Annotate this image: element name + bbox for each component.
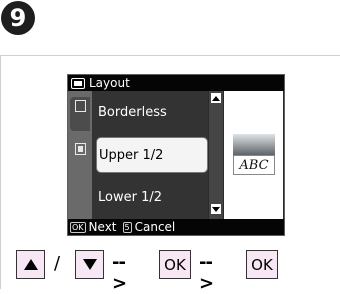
printer-lcd-screen: Layout Borderless Upper 1/2 Lower 1/2 AB… bbox=[67, 74, 285, 236]
screen-title: Layout bbox=[89, 76, 130, 90]
ok-button[interactable]: OK bbox=[159, 250, 191, 279]
preview-photo-image bbox=[233, 134, 275, 155]
separator-slash: / bbox=[54, 253, 61, 274]
layout-preview: ABC bbox=[224, 91, 283, 219]
screen-title-bar: Layout bbox=[68, 75, 284, 91]
back-key-icon: 5 bbox=[122, 221, 132, 233]
down-button[interactable] bbox=[75, 250, 104, 279]
mode-tab-column bbox=[68, 91, 92, 219]
up-button[interactable] bbox=[16, 250, 45, 279]
option-upper-half[interactable]: Upper 1/2 bbox=[96, 137, 208, 173]
option-label: Lower 1/2 bbox=[98, 189, 162, 205]
flow-arrow: --> bbox=[199, 252, 214, 294]
layout-tab-icon bbox=[75, 100, 86, 112]
flow-arrow: --> bbox=[112, 252, 127, 294]
tab-photo[interactable] bbox=[70, 137, 90, 171]
layout-option-list: Borderless Upper 1/2 Lower 1/2 bbox=[92, 91, 208, 219]
scrollbar[interactable] bbox=[209, 91, 223, 219]
preview-text-area: ABC bbox=[233, 155, 275, 175]
photo-tab-icon bbox=[75, 143, 86, 155]
softkey-bar: OK Next 5 Cancel bbox=[68, 219, 284, 235]
option-label: Upper 1/2 bbox=[99, 147, 164, 163]
next-label: Next bbox=[88, 220, 117, 234]
down-arrow-icon bbox=[82, 259, 97, 270]
option-label: Borderless bbox=[98, 104, 167, 120]
up-arrow-icon bbox=[23, 259, 38, 270]
ok-button[interactable]: OK bbox=[246, 250, 278, 279]
cancel-label: Cancel bbox=[134, 220, 176, 234]
scroll-up-icon[interactable] bbox=[211, 93, 221, 103]
step-number-badge: 9 bbox=[1, 1, 35, 35]
ok-key-icon: OK bbox=[70, 221, 86, 233]
scroll-down-icon[interactable] bbox=[211, 204, 221, 214]
layout-icon bbox=[71, 77, 85, 89]
option-lower-half[interactable]: Lower 1/2 bbox=[96, 179, 208, 215]
tab-layout[interactable] bbox=[70, 97, 90, 131]
option-borderless[interactable]: Borderless bbox=[96, 94, 208, 130]
